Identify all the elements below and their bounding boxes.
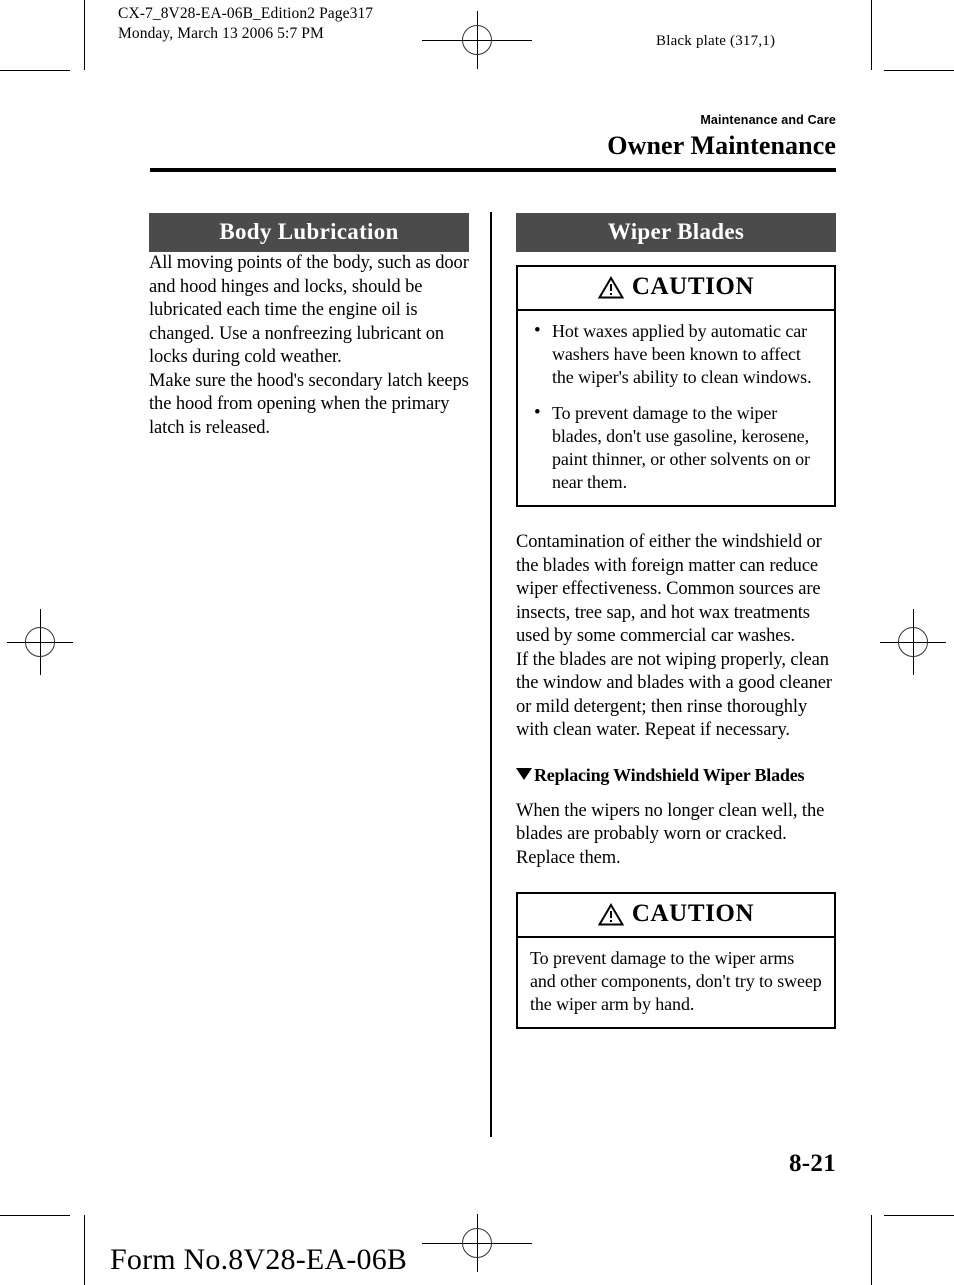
running-head-section: Owner Maintenance bbox=[607, 131, 836, 160]
crop-mark-bottom-right-horizontal bbox=[884, 1215, 954, 1216]
caution-box-1-header: CAUTION bbox=[518, 267, 834, 311]
caution-box-1-list: • Hot waxes applied by automatic car was… bbox=[530, 320, 822, 494]
caution-box-2-header: CAUTION bbox=[518, 894, 834, 938]
wiper-blades-paragraph-2: If the blades are not wiping properly, c… bbox=[516, 649, 832, 741]
caution-box-1: CAUTION • Hot waxes applied by automatic… bbox=[516, 265, 836, 507]
crop-mark-top-right-horizontal bbox=[884, 70, 954, 71]
bullet-glyph: • bbox=[534, 320, 541, 341]
caution-box-1-title: CAUTION bbox=[631, 273, 755, 300]
caution-box-1-body: • Hot waxes applied by automatic car was… bbox=[518, 311, 834, 505]
list-item: • Hot waxes applied by automatic car was… bbox=[530, 320, 822, 389]
crop-mark-bottom-left-horizontal bbox=[0, 1215, 70, 1216]
body-lubrication-paragraph-2: Make sure the hood's secondary latch kee… bbox=[149, 370, 469, 438]
warning-triangle-icon bbox=[597, 275, 624, 299]
section-title-body-lubrication: Body Lubrication bbox=[149, 213, 469, 252]
right-column: Wiper Blades CAUTION • Hot waxes applied… bbox=[516, 213, 836, 1029]
caution-box-2-title: CAUTION bbox=[631, 900, 755, 927]
column-divider bbox=[490, 212, 492, 1137]
wiper-blades-paragraph-1: Contamination of either the windshield o… bbox=[516, 532, 822, 646]
list-item-text: To prevent damage to the wiper blades, d… bbox=[552, 403, 810, 492]
triangle-down-icon bbox=[516, 767, 532, 780]
list-item: • To prevent damage to the wiper blades,… bbox=[530, 402, 822, 494]
print-slug-right: Black plate (317,1) bbox=[656, 33, 776, 49]
left-column: Body Lubrication All moving points of th… bbox=[149, 213, 469, 440]
body-lubrication-paragraph-1: All moving points of the body, such as d… bbox=[149, 253, 469, 367]
crop-mark-bottom-left-vertical bbox=[84, 1215, 85, 1285]
crop-mark-top-left-vertical bbox=[84, 0, 85, 70]
subheading-replacing-windshield-wiper-blades: Replacing Windshield Wiper Blades bbox=[516, 765, 836, 786]
replacing-wiper-blades-paragraph: When the wipers no longer clean well, th… bbox=[516, 800, 825, 868]
caution-box-2-body: To prevent damage to the wiper arms and … bbox=[518, 938, 834, 1027]
form-number: Form No.8V28-EA-06B bbox=[110, 1243, 408, 1276]
running-head: Maintenance and Care Owner Maintenance bbox=[607, 113, 836, 160]
warning-triangle-icon bbox=[597, 902, 624, 926]
bullet-glyph: • bbox=[534, 402, 541, 423]
print-slug-left: CX-7_8V28-EA-06B_Edition2 Page317 Monday… bbox=[118, 5, 374, 42]
crop-mark-top-right-vertical bbox=[871, 0, 872, 70]
running-head-rule bbox=[150, 168, 836, 172]
crop-mark-top-left-horizontal bbox=[0, 70, 70, 71]
subheading-text: Replacing Windshield Wiper Blades bbox=[534, 764, 805, 785]
caution-box-2-text: To prevent damage to the wiper arms and … bbox=[530, 948, 822, 1014]
crop-mark-bottom-right-vertical bbox=[871, 1215, 872, 1285]
caution-box-2: CAUTION To prevent damage to the wiper a… bbox=[516, 892, 836, 1029]
list-item-text: Hot waxes applied by automatic car washe… bbox=[552, 321, 812, 387]
running-head-chapter: Maintenance and Care bbox=[700, 113, 836, 127]
page-number: 8-21 bbox=[788, 1150, 836, 1177]
section-title-wiper-blades: Wiper Blades bbox=[516, 213, 836, 252]
